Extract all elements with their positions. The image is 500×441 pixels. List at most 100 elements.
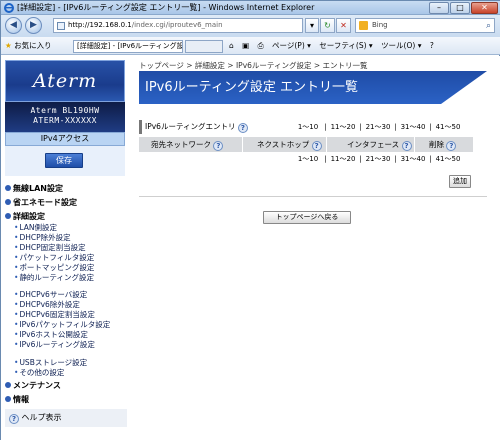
page-range-link[interactable]: 31～40 <box>398 120 428 134</box>
divider <box>139 196 487 197</box>
section-label: 情報 <box>13 395 29 404</box>
back-button[interactable]: ◀ <box>5 17 22 34</box>
help-icon[interactable]: ? <box>237 123 248 133</box>
section-label: 無線LAN設定 <box>13 184 63 193</box>
bullet-icon: • <box>14 243 19 252</box>
favorites-bar: ★ お気に入り [詳細設定] - [IPv6ルーティング設定... ⌂ ▣ ⎙ … <box>1 37 500 55</box>
page-content: Aterm Aterm BL190HW ATERM-XXXXXX IPv4アクセ… <box>1 56 500 441</box>
help-icon[interactable]: ? <box>213 141 224 151</box>
page-icon <box>57 22 65 30</box>
sidebar-item-ipv6-routing[interactable]: •IPv6ルーティング設定 <box>14 339 95 350</box>
save-button[interactable]: 保存 <box>45 153 83 168</box>
page-range-link[interactable]: 41～50 <box>433 120 463 134</box>
sidebar-section-eco[interactable]: 省エネモード設定 <box>5 197 77 208</box>
window-title: [詳細設定] - [IPv6ルーティング設定 エントリ一覧] - Windows… <box>17 3 315 12</box>
help-link[interactable]: ? ヘルプ表示 <box>5 409 127 427</box>
page-title: IPv6ルーティング設定 エントリ一覧 <box>139 71 487 104</box>
url-input[interactable]: http://192.168.0.1/index.cgi/iproutev6_m… <box>53 18 303 33</box>
close-button[interactable]: ✕ <box>471 2 498 14</box>
bullet-icon <box>5 199 11 205</box>
feed-icon[interactable]: ▣ <box>242 41 249 50</box>
tab-active[interactable]: [詳細設定] - [IPv6ルーティング設定... <box>73 40 183 53</box>
stop-icon: ✕ <box>340 21 347 30</box>
bullet-icon: • <box>14 253 19 262</box>
sidebar-section-wlan[interactable]: 無線LAN設定 <box>5 183 63 194</box>
sidebar-item-label: その他の設定 <box>19 368 65 377</box>
model-ssid: ATERM-XXXXXX <box>33 116 97 125</box>
help-icon[interactable]: ? <box>311 141 322 151</box>
model-name: Aterm BL190HW <box>30 106 100 115</box>
help-icon: ? <box>9 414 19 424</box>
stop-button[interactable]: ✕ <box>336 18 351 33</box>
menu-safety[interactable]: セーフティ(S) ▾ <box>319 41 372 50</box>
sidebar-section-maintenance[interactable]: メンテナンス <box>5 380 61 391</box>
bing-icon <box>359 21 368 30</box>
ie-icon <box>4 3 14 13</box>
page-range-link[interactable]: 21～30 <box>363 120 393 134</box>
bullet-icon <box>5 382 11 388</box>
sidebar-item-static-routing[interactable]: •静的ルーティング設定 <box>14 272 94 283</box>
sidebar-item-label: ポートマッピング設定 <box>19 263 95 272</box>
save-area: 保存 <box>5 146 125 176</box>
bullet-icon: • <box>14 290 19 299</box>
sidebar-section-info[interactable]: 情報 <box>5 394 29 405</box>
section-label: 省エネモード設定 <box>13 198 77 207</box>
sidebar-item-other[interactable]: •その他の設定 <box>14 367 64 378</box>
column-destination: 宛先ネットワーク ? <box>139 137 243 152</box>
maximize-button[interactable]: □ <box>450 2 470 14</box>
page-range-link[interactable]: 11～20 <box>328 120 358 134</box>
section-label: IPv6ルーティングエントリ ? <box>139 120 248 134</box>
sidebar-item-label: IPv6ルーティング設定 <box>19 340 95 349</box>
bullet-icon: • <box>14 300 19 309</box>
section-header: IPv6ルーティングエントリ ? 1～10 | 11～20 | 21～30 | 31～40 |… <box>139 120 487 134</box>
add-button[interactable]: 追加 <box>449 175 471 188</box>
menu-page[interactable]: ページ(P) ▾ <box>272 41 311 50</box>
header-label: 削除 <box>429 140 444 149</box>
header-label: 宛先ネットワーク <box>151 140 211 149</box>
bullet-icon: • <box>14 340 19 349</box>
page-range-link[interactable]: 21～30 <box>363 152 393 166</box>
page-range-link[interactable]: 41～50 <box>433 152 463 166</box>
sidebar-item-label: パケットフィルタ設定 <box>19 253 95 262</box>
section-label: 詳細設定 <box>13 212 45 221</box>
search-input[interactable]: Bing ⌕ <box>355 18 495 33</box>
bullet-icon: • <box>14 233 19 242</box>
section-label-text: IPv6ルーティングエントリ <box>145 122 236 131</box>
forward-button[interactable]: ▶ <box>25 17 42 34</box>
minimize-button[interactable]: – <box>429 2 449 14</box>
sidebar-item-label: DHCP除外設定 <box>19 233 71 242</box>
bullet-icon <box>5 213 11 219</box>
url-host: http://192.168.0.1 <box>68 21 132 29</box>
address-bar: ◀ ▶ http://192.168.0.1/index.cgi/iproute… <box>1 15 500 37</box>
back-to-top-button[interactable]: トップページへ戻る <box>263 211 351 224</box>
menu-tools[interactable]: ツール(O) ▾ <box>381 41 421 50</box>
help-menu[interactable]: ? <box>430 41 434 50</box>
sidebar-item-label: IPv6パケットフィルタ設定 <box>19 320 111 329</box>
sidebar-item-label: DHCPv6除外設定 <box>19 300 80 309</box>
sidebar-section-detail[interactable]: 詳細設定 <box>5 211 45 222</box>
tab-new[interactable] <box>185 40 223 53</box>
favorites-button[interactable]: ★ お気に入り <box>5 40 52 51</box>
page-range-link[interactable]: 1～10 <box>293 152 323 166</box>
help-icon[interactable]: ? <box>401 141 412 151</box>
column-delete: 削除 ? <box>415 137 473 152</box>
help-icon[interactable]: ? <box>446 141 457 151</box>
main-panel: トップページ > 詳細設定 > IPv6ルーティング設定 > エントリ一覧 IP… <box>127 56 500 441</box>
home-icon[interactable]: ⌂ <box>229 41 234 50</box>
access-mode: IPv4アクセス <box>5 132 125 146</box>
url-dropdown-button[interactable]: ▾ <box>305 18 319 33</box>
logo-text: Aterm <box>32 70 98 92</box>
url-path: /index.cgi/iproutev6_main <box>131 21 223 29</box>
page-range-link[interactable]: 1～10 <box>293 120 323 134</box>
print-icon[interactable]: ⎙ <box>258 41 264 50</box>
page-range-link[interactable]: 31～40 <box>398 152 428 166</box>
chevron-down-icon: ▾ <box>309 21 314 30</box>
refresh-button[interactable]: ↻ <box>320 18 335 33</box>
page-range-link[interactable]: 11～20 <box>328 152 358 166</box>
bullet-icon <box>5 185 11 191</box>
bullet-icon: • <box>14 330 19 339</box>
sidebar-item-label: DHCPv6固定割当設定 <box>19 310 95 319</box>
aterm-logo: Aterm <box>5 60 125 102</box>
sidebar: Aterm Aterm BL190HW ATERM-XXXXXX IPv4アクセ… <box>1 56 127 441</box>
search-icon[interactable]: ⌕ <box>486 20 491 33</box>
